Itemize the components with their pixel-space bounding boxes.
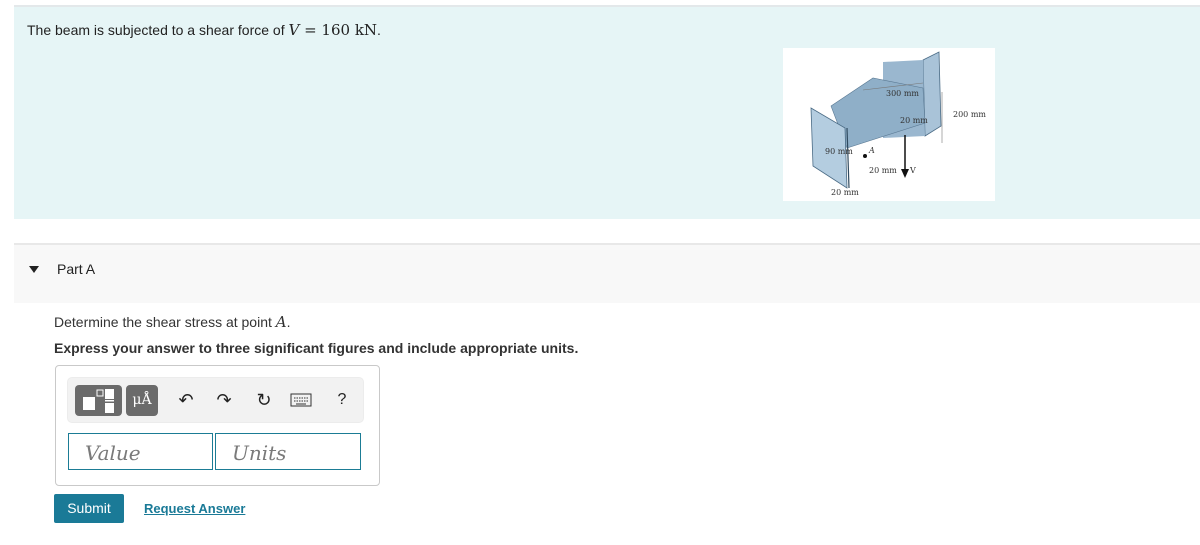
math-expression: V = 160 kN bbox=[288, 21, 377, 39]
question-prefix: Determine the shear stress at point bbox=[54, 314, 276, 330]
answer-box: μÅ ↶ ↷ ↻ ? Value Units bbox=[55, 365, 380, 486]
problem-intro-panel: The beam is subjected to a shear force o… bbox=[14, 5, 1200, 219]
beam-figure: 300 mm 20 mm 200 mm 90 mm A 20 mm V 20 m… bbox=[783, 48, 995, 201]
label-300mm: 300 mm bbox=[886, 89, 919, 98]
shear-arrow-head bbox=[901, 169, 909, 178]
keyboard-icon[interactable] bbox=[289, 388, 313, 412]
problem-statement: The beam is subjected to a shear force o… bbox=[27, 21, 381, 39]
value-placeholder: Value bbox=[85, 441, 141, 465]
reset-icon[interactable]: ↻ bbox=[252, 388, 276, 412]
math-toolbar: μÅ ↶ ↷ ↻ ? bbox=[67, 377, 364, 423]
collapse-caret-icon[interactable] bbox=[29, 266, 39, 273]
templates-icon bbox=[83, 389, 114, 413]
math-var: V bbox=[288, 21, 300, 39]
instruction-text: Express your answer to three significant… bbox=[54, 340, 579, 356]
math-value: = 160 kN bbox=[299, 21, 378, 39]
statement-text: The beam is subjected to a shear force o… bbox=[27, 22, 289, 38]
part-a-header[interactable]: Part A bbox=[14, 243, 1200, 303]
undo-icon[interactable]: ↶ bbox=[174, 388, 198, 412]
label-v: V bbox=[909, 166, 916, 175]
question-var: A bbox=[275, 313, 287, 331]
units-placeholder: Units bbox=[232, 441, 287, 465]
part-title: Part A bbox=[57, 261, 96, 277]
help-icon[interactable]: ? bbox=[330, 388, 354, 412]
label-20mm-bottom: 20 mm bbox=[831, 188, 859, 197]
label-20mm-top: 20 mm bbox=[900, 116, 928, 125]
label-point-a: A bbox=[868, 146, 875, 155]
label-20mm-web: 20 mm bbox=[869, 166, 897, 175]
redo-icon[interactable]: ↷ bbox=[212, 388, 236, 412]
units-button[interactable]: μÅ bbox=[126, 385, 158, 416]
beam-diagram: 300 mm 20 mm 200 mm 90 mm A 20 mm V 20 m… bbox=[810, 51, 986, 197]
statement-suffix: . bbox=[377, 22, 381, 38]
units-input[interactable]: Units bbox=[215, 433, 361, 470]
point-a-marker bbox=[863, 154, 867, 158]
label-90mm: 90 mm bbox=[825, 147, 853, 156]
label-200mm: 200 mm bbox=[953, 110, 986, 119]
request-answer-link[interactable]: Request Answer bbox=[144, 501, 245, 516]
question-text: Determine the shear stress at point A. bbox=[54, 313, 291, 331]
question-suffix: . bbox=[286, 314, 291, 330]
templates-button[interactable] bbox=[75, 385, 122, 416]
value-input[interactable]: Value bbox=[68, 433, 213, 470]
submit-button[interactable]: Submit bbox=[54, 494, 124, 523]
